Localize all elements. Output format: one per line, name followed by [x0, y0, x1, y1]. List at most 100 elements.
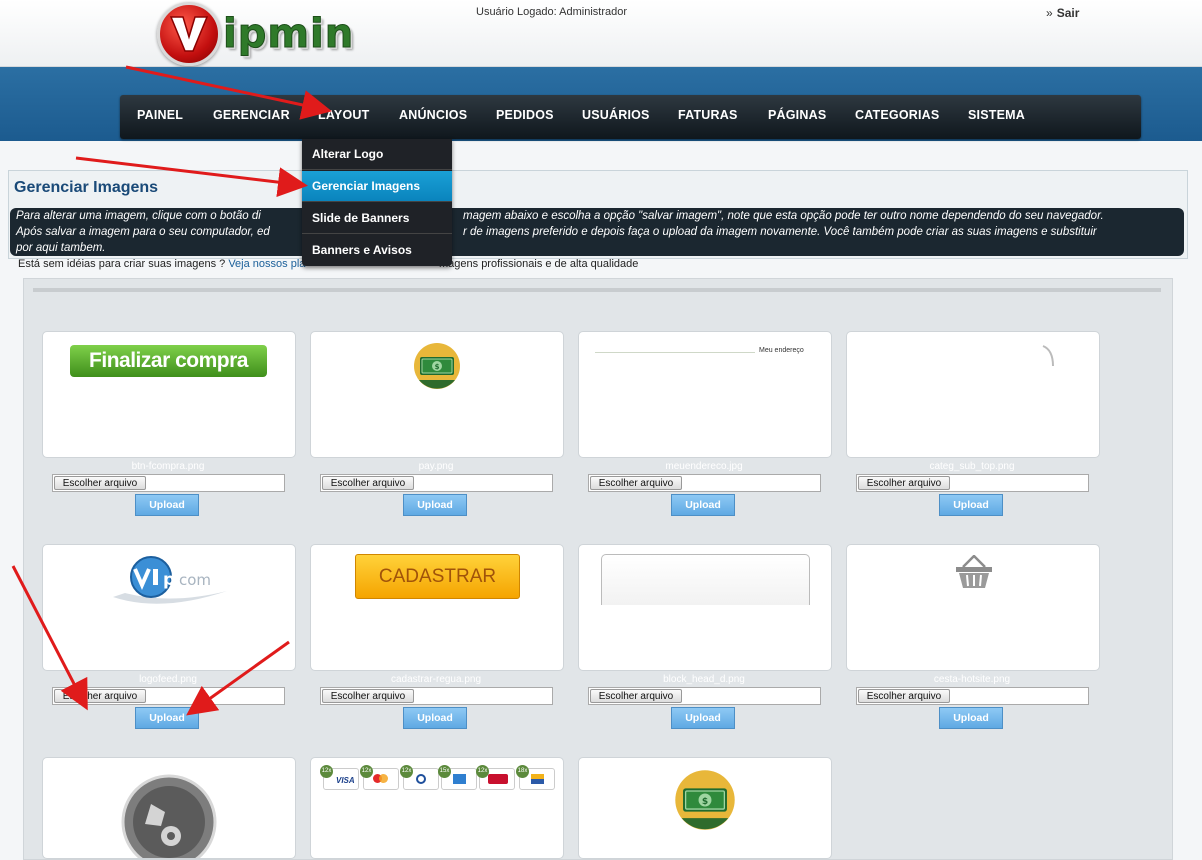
- image-card[interactable]: CADASTRAR: [310, 544, 564, 671]
- menu-item-alterar-logo[interactable]: Alterar Logo: [302, 139, 452, 170]
- upload-button[interactable]: Upload: [135, 494, 199, 516]
- image-filename: block_head_d.png: [663, 674, 745, 685]
- top-header: ipmin Usuário Logado: Administrador » Sai…: [0, 0, 1202, 67]
- choose-file-button[interactable]: Escolher arquivo: [858, 476, 950, 490]
- upload-button[interactable]: Upload: [671, 707, 735, 729]
- menu-item-gerenciar-imagens[interactable]: Gerenciar Imagens: [302, 171, 452, 202]
- svg-text:p: p: [163, 570, 175, 590]
- address-line: [595, 352, 755, 353]
- corner-curve-icon: [1042, 345, 1054, 367]
- gear-icon: [121, 774, 217, 858]
- vipcom-suffix: com: [179, 571, 211, 589]
- preview-meu-endereco: Meu endereço: [759, 347, 804, 354]
- image-card[interactable]: [42, 757, 296, 859]
- image-card[interactable]: [846, 544, 1100, 671]
- nav-item-painel[interactable]: PAINEL: [137, 108, 183, 122]
- payment-badges: VISA 12x 12x 12x 15x 12x 18x: [320, 765, 555, 790]
- page-title: Gerenciar Imagens: [14, 179, 159, 196]
- image-card[interactable]: [578, 544, 832, 671]
- money-icon: $: [675, 770, 735, 830]
- tip-link-start: Veja nossos pla: [228, 258, 306, 270]
- choose-file-button[interactable]: Escolher arquivo: [590, 476, 682, 490]
- instructions-bar: Para alterar uma imagem, clique com o bo…: [10, 208, 1184, 256]
- logout-link[interactable]: » Sair: [1046, 6, 1079, 20]
- svg-text:$: $: [702, 797, 708, 807]
- nav-item-sistema[interactable]: SISTEMA: [968, 108, 1025, 122]
- file-input[interactable]: Escolher arquivo: [320, 474, 553, 492]
- nav-item-layout[interactable]: LAYOUT: [318, 108, 369, 122]
- tip-link[interactable]: Veja nossos pla: [228, 258, 305, 270]
- vipcom-logo-icon: p com: [113, 556, 227, 604]
- file-input[interactable]: Escolher arquivo: [52, 687, 285, 705]
- preview-cadastrar: CADASTRAR: [355, 554, 520, 599]
- image-card[interactable]: [846, 331, 1100, 458]
- file-input[interactable]: Escolher arquivo: [856, 474, 1089, 492]
- image-card[interactable]: Finalizar compra: [42, 331, 296, 458]
- image-card[interactable]: Meu endereço: [578, 331, 832, 458]
- choose-file-button[interactable]: Escolher arquivo: [54, 476, 146, 490]
- visa-label: VISA: [336, 776, 355, 785]
- logo-text: ipmin: [222, 11, 355, 58]
- installment-badge: 18x: [516, 765, 529, 778]
- installment-badge: 12x: [360, 765, 373, 778]
- file-input[interactable]: Escolher arquivo: [588, 687, 821, 705]
- nav-item-categorias[interactable]: CATEGORIAS: [855, 108, 939, 122]
- image-filename: categ_sub_top.png: [929, 461, 1015, 472]
- file-input[interactable]: Escolher arquivo: [320, 687, 553, 705]
- image-filename: logofeed.png: [139, 674, 197, 685]
- menu-item-slide-banners[interactable]: Slide de Banners: [302, 203, 452, 234]
- image-filename: cesta-hotsite.png: [933, 674, 1011, 685]
- choose-file-button[interactable]: Escolher arquivo: [590, 689, 682, 703]
- nav-item-anuncios[interactable]: ANÚNCIOS: [399, 108, 467, 122]
- image-filename: pay.png: [418, 461, 454, 472]
- upload-button[interactable]: Upload: [939, 707, 1003, 729]
- block-head-preview: [601, 554, 810, 605]
- image-card[interactable]: VISA 12x 12x 12x 15x 12x 18x: [310, 757, 564, 859]
- choose-file-button[interactable]: Escolher arquivo: [322, 476, 414, 490]
- menu-item-banners-avisos[interactable]: Banners e Avisos: [302, 235, 452, 266]
- panel-divider: [33, 288, 1161, 292]
- upload-button[interactable]: Upload: [939, 494, 1003, 516]
- upload-button[interactable]: Upload: [671, 494, 735, 516]
- info-line-1b: magem abaixo e escolha a opção "salvar i…: [463, 210, 1104, 222]
- file-input[interactable]: Escolher arquivo: [588, 474, 821, 492]
- nav-item-paginas[interactable]: PÁGINAS: [768, 108, 826, 122]
- double-chevron-icon: »: [1046, 6, 1053, 20]
- logo-v-badge-icon: [157, 2, 221, 66]
- image-filename: meuendereco.jpg: [665, 461, 743, 472]
- choose-file-button[interactable]: Escolher arquivo: [54, 689, 146, 703]
- upload-button[interactable]: Upload: [403, 494, 467, 516]
- image-card[interactable]: $: [578, 757, 832, 859]
- info-line-3: por aqui tambem.: [16, 242, 106, 254]
- choose-file-button[interactable]: Escolher arquivo: [322, 689, 414, 703]
- tip-link-end: magens profissionais e de alta qualidade: [439, 258, 639, 270]
- upload-button[interactable]: Upload: [403, 707, 467, 729]
- logged-user-label: Usuário Logado: Administrador: [476, 6, 628, 18]
- image-card[interactable]: $: [310, 331, 564, 458]
- image-filename: cadastrar-regua.png: [390, 674, 482, 685]
- file-input[interactable]: Escolher arquivo: [52, 474, 285, 492]
- image-filename: btn-fcompra.png: [131, 461, 205, 472]
- info-line-1a: Para alterar uma imagem, clique com o bo…: [16, 210, 261, 222]
- file-input[interactable]: Escolher arquivo: [856, 687, 1089, 705]
- upload-button[interactable]: Upload: [135, 707, 199, 729]
- nav-item-pedidos[interactable]: PEDIDOS: [496, 108, 554, 122]
- nav-item-gerenciar[interactable]: GERENCIAR: [213, 108, 290, 122]
- basket-icon: [956, 555, 992, 588]
- image-card[interactable]: p com: [42, 544, 296, 671]
- layout-dropdown-menu: Alterar Logo Gerenciar Imagens Slide de …: [302, 139, 452, 266]
- preview-finalizar-compra: Finalizar compra: [70, 345, 267, 377]
- svg-text:$: $: [435, 363, 440, 371]
- info-line-2a: Após salvar a imagem para o seu computad…: [16, 226, 270, 238]
- tip-line: Está sem idéias para criar suas imagens …: [18, 258, 638, 270]
- vipmin-logo[interactable]: ipmin: [157, 2, 355, 66]
- installment-badge: 12x: [400, 765, 413, 778]
- installment-badge: 15x: [438, 765, 451, 778]
- tip-text: Está sem idéias para criar suas imagens …: [18, 258, 226, 270]
- nav-item-faturas[interactable]: FATURAS: [678, 108, 738, 122]
- money-icon: $: [414, 343, 460, 389]
- installment-badge: 12x: [320, 765, 333, 778]
- logout-label: Sair: [1056, 6, 1080, 20]
- nav-item-usuarios[interactable]: USUÁRIOS: [582, 108, 650, 122]
- choose-file-button[interactable]: Escolher arquivo: [858, 689, 950, 703]
